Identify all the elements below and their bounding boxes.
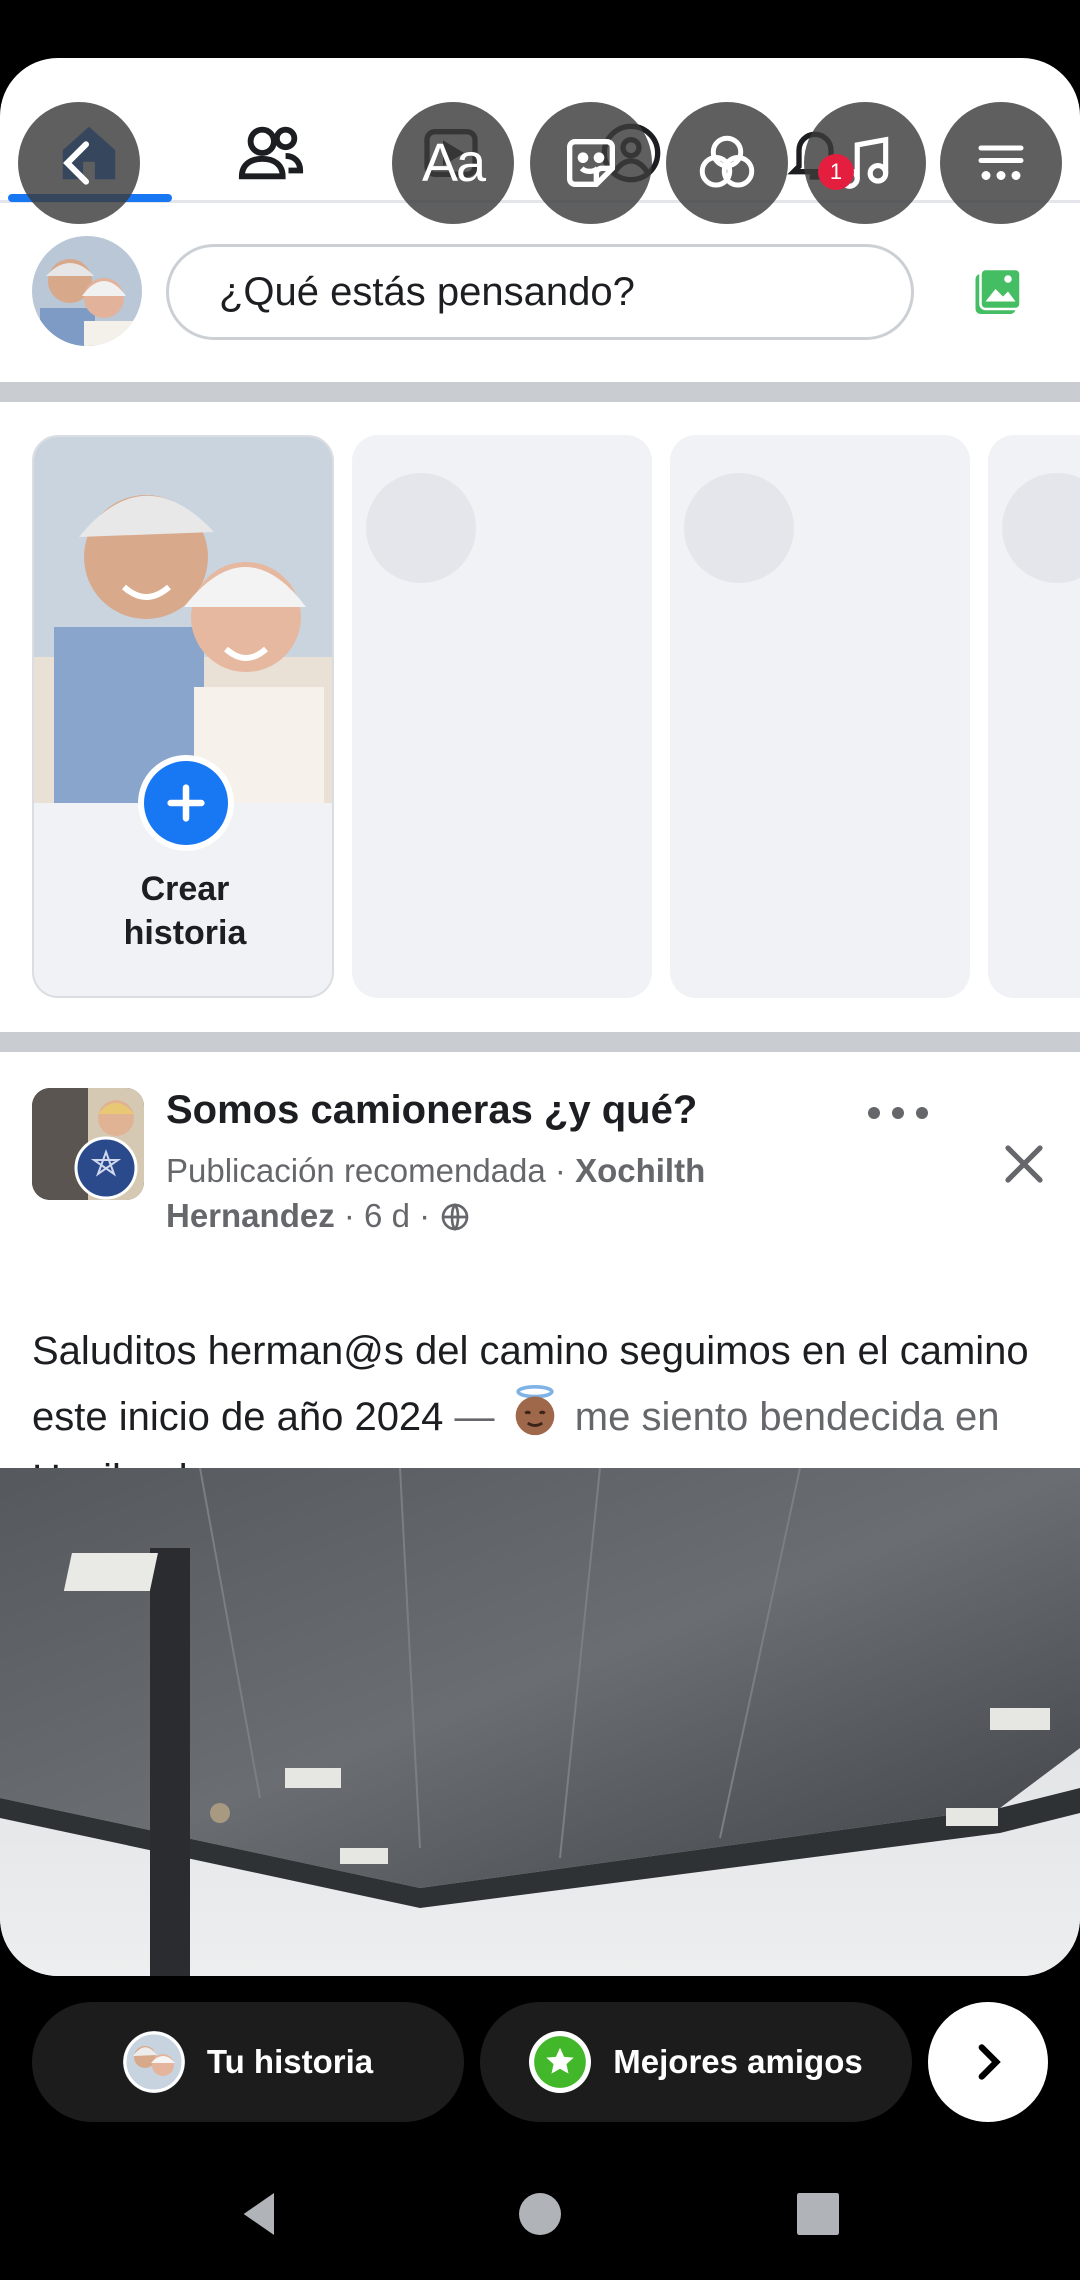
top-nav: Aa 1	[0, 58, 1080, 224]
close-friends-chip[interactable]: Mejores amigos	[480, 2002, 912, 2122]
more-dots-icon	[892, 1107, 904, 1119]
your-story-label: Tu historia	[206, 2043, 374, 2080]
effects-button[interactable]	[666, 102, 788, 224]
recents-square-icon	[797, 2193, 839, 2235]
back-button[interactable]	[18, 102, 140, 224]
create-story-label: Crear historia	[34, 867, 332, 955]
system-recents-button[interactable]	[790, 2186, 846, 2247]
app-card: Aa 1 ¿Qué estás pensando? Crear historia…	[0, 58, 1080, 1976]
story-placeholder[interactable]	[670, 435, 970, 998]
sticker-button[interactable]	[530, 102, 652, 224]
avatar-photo	[32, 236, 142, 346]
post-text-feeling: me siento bendecida en	[563, 1395, 1000, 1439]
plus-icon	[167, 784, 205, 822]
effects-icon	[699, 135, 755, 188]
story-placeholder[interactable]	[988, 435, 1080, 998]
story-photo	[34, 437, 332, 803]
composer-input[interactable]: ¿Qué estás pensando?	[166, 244, 914, 340]
globe-icon	[441, 1203, 469, 1231]
post-meta: Publicación recomendada · Xochilth Herna…	[166, 1148, 826, 1238]
more-dots-icon	[868, 1107, 880, 1119]
post-image[interactable]	[0, 1468, 1080, 1976]
post-text-dash: —	[443, 1395, 506, 1439]
your-story-chip[interactable]: Tu historia	[32, 2002, 464, 2122]
close-friends-label: Mejores amigos	[613, 2043, 863, 2080]
notification-badge: 1	[818, 154, 854, 190]
separator	[0, 1032, 1080, 1052]
chevron-right-icon	[978, 2044, 1001, 2080]
home-circle-icon	[519, 2193, 561, 2235]
friends-icon	[238, 126, 304, 180]
back-triangle-icon	[243, 2193, 274, 2235]
story-avatar-placeholder	[1002, 473, 1080, 583]
sticker-icon	[567, 139, 615, 187]
more-dots-icon	[916, 1107, 928, 1119]
create-story-label-line2: historia	[123, 914, 247, 952]
angel-emoji-icon	[515, 1385, 555, 1436]
post-group-name[interactable]: Somos camioneras ¿y qué?	[166, 1088, 697, 1133]
story-placeholder[interactable]	[352, 435, 652, 998]
text-tool-icon: Aa	[421, 133, 486, 193]
post-close-button[interactable]	[1000, 1140, 1048, 1188]
chevron-left-icon	[63, 141, 90, 185]
add-story-button[interactable]	[138, 755, 234, 851]
next-button[interactable]	[928, 2002, 1048, 2122]
create-story-card[interactable]: Crear historia	[32, 435, 334, 998]
more-icon	[978, 145, 1024, 181]
photo-icon	[975, 267, 1022, 314]
star-icon	[529, 2031, 592, 2093]
story-avatar-placeholder	[366, 473, 476, 583]
system-home-button[interactable]	[512, 2186, 568, 2247]
post-time: · 6 d ·	[334, 1197, 440, 1234]
more-options-button[interactable]	[940, 102, 1062, 224]
photo-button[interactable]	[968, 264, 1028, 324]
post-meta-prefix: Publicación recomendada ·	[166, 1152, 576, 1189]
system-back-button[interactable]	[232, 2186, 288, 2247]
separator	[0, 382, 1080, 402]
avatar	[122, 2031, 185, 2093]
group-avatar[interactable]	[32, 1088, 144, 1200]
story-avatar-placeholder	[684, 473, 794, 583]
create-story-label-line1: Crear	[140, 870, 230, 908]
avatar[interactable]	[32, 236, 142, 346]
text-tool-button[interactable]: Aa	[392, 102, 514, 224]
close-icon	[1005, 1145, 1043, 1183]
friends-tab[interactable]	[226, 108, 316, 198]
post-more-button[interactable]	[868, 1098, 928, 1128]
